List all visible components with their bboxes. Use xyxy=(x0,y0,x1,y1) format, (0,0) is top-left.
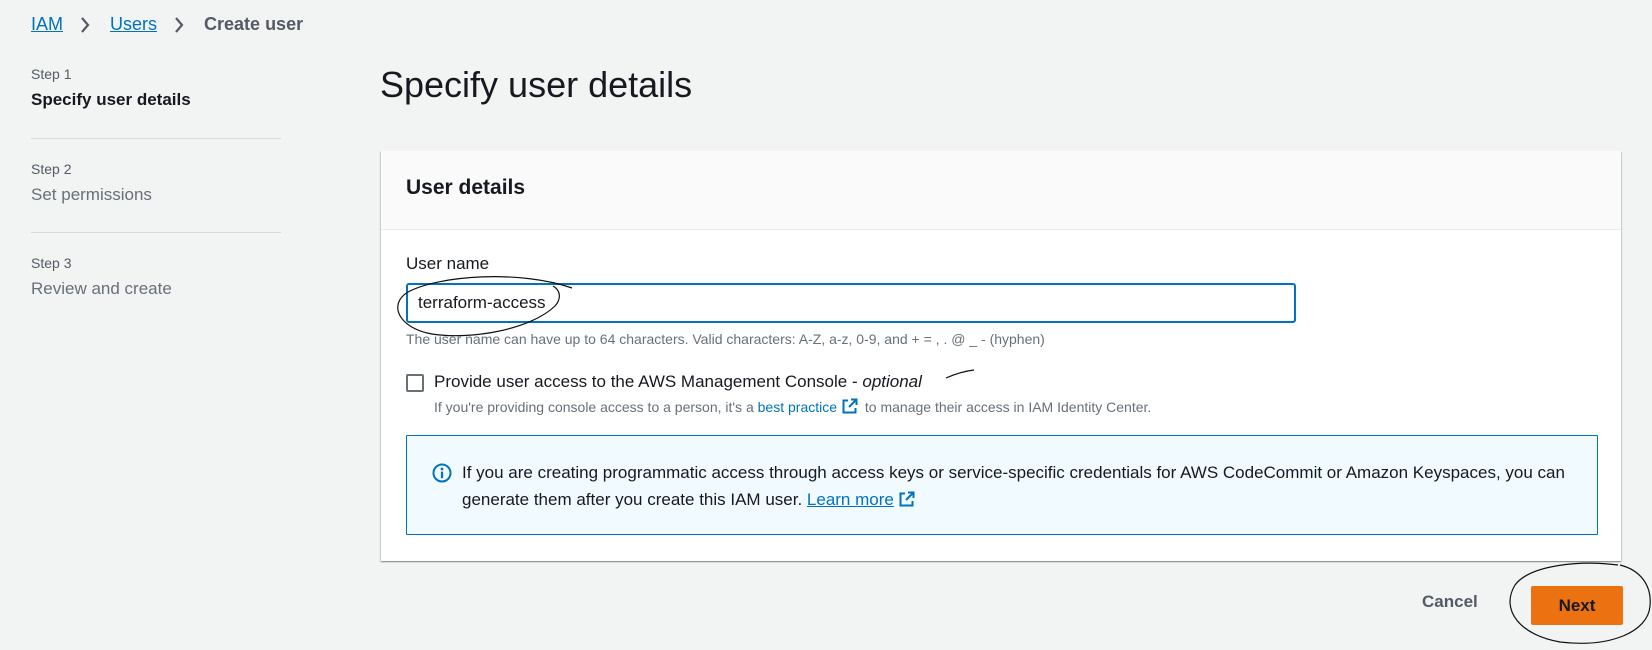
username-constraint-text: The user name can have up to 64 characte… xyxy=(406,331,1045,347)
description-prefix: If you're providing console access to a … xyxy=(434,399,758,415)
chevron-right-icon xyxy=(171,16,187,34)
step-number: Step 2 xyxy=(31,161,72,177)
page-title: Specify user details xyxy=(380,64,693,105)
optional-text: optional xyxy=(862,372,922,391)
info-message: If you are creating programmatic access … xyxy=(462,463,1565,509)
learn-more-link[interactable]: Learn more xyxy=(807,490,918,509)
best-practice-link-text: best practice xyxy=(757,399,838,415)
info-text: If you are creating programmatic access … xyxy=(462,459,1572,516)
info-alert: If you are creating programmatic access … xyxy=(406,435,1598,535)
best-practice-link[interactable]: best practice xyxy=(757,398,861,418)
step-title: Review and create xyxy=(31,279,172,298)
next-button[interactable]: Next xyxy=(1531,586,1623,625)
step-number: Step 3 xyxy=(31,255,72,271)
external-link-icon xyxy=(898,489,915,516)
console-access-label[interactable]: Provide user access to the AWS Managemen… xyxy=(434,372,922,392)
wizard-step-3[interactable]: Step 3 Review and create xyxy=(31,233,281,299)
step-title: Specify user details xyxy=(31,90,191,109)
step-title: Set permissions xyxy=(31,185,152,204)
external-link-icon xyxy=(841,398,858,418)
breadcrumb-link-users[interactable]: Users xyxy=(110,14,157,35)
learn-more-link-text: Learn more xyxy=(806,490,894,509)
username-label: User name xyxy=(406,254,490,273)
console-access-label-text: Provide user access to the AWS Managemen… xyxy=(434,372,863,391)
username-input[interactable] xyxy=(406,283,1296,323)
console-access-checkbox[interactable] xyxy=(406,374,424,392)
panel-header: User details xyxy=(381,151,1621,230)
description-suffix: to manage their access in IAM Identity C… xyxy=(861,399,1152,415)
cancel-button[interactable]: Cancel xyxy=(1422,592,1478,612)
breadcrumb-current: Create user xyxy=(204,14,304,34)
wizard-step-2[interactable]: Step 2 Set permissions xyxy=(31,139,281,233)
info-icon xyxy=(432,463,452,488)
step-number: Step 1 xyxy=(31,66,72,82)
wizard-steps: Step 1 Specify user details Step 2 Set p… xyxy=(31,66,281,299)
wizard-step-1: Step 1 Specify user details xyxy=(31,66,281,139)
user-details-panel: User details User name The user name can… xyxy=(381,151,1621,561)
console-access-description: If you're providing console access to a … xyxy=(434,398,1151,418)
chevron-right-icon xyxy=(77,16,93,34)
breadcrumb: IAM Users Create user xyxy=(31,14,303,35)
panel-title: User details xyxy=(406,176,526,199)
breadcrumb-link-iam[interactable]: IAM xyxy=(31,14,63,35)
